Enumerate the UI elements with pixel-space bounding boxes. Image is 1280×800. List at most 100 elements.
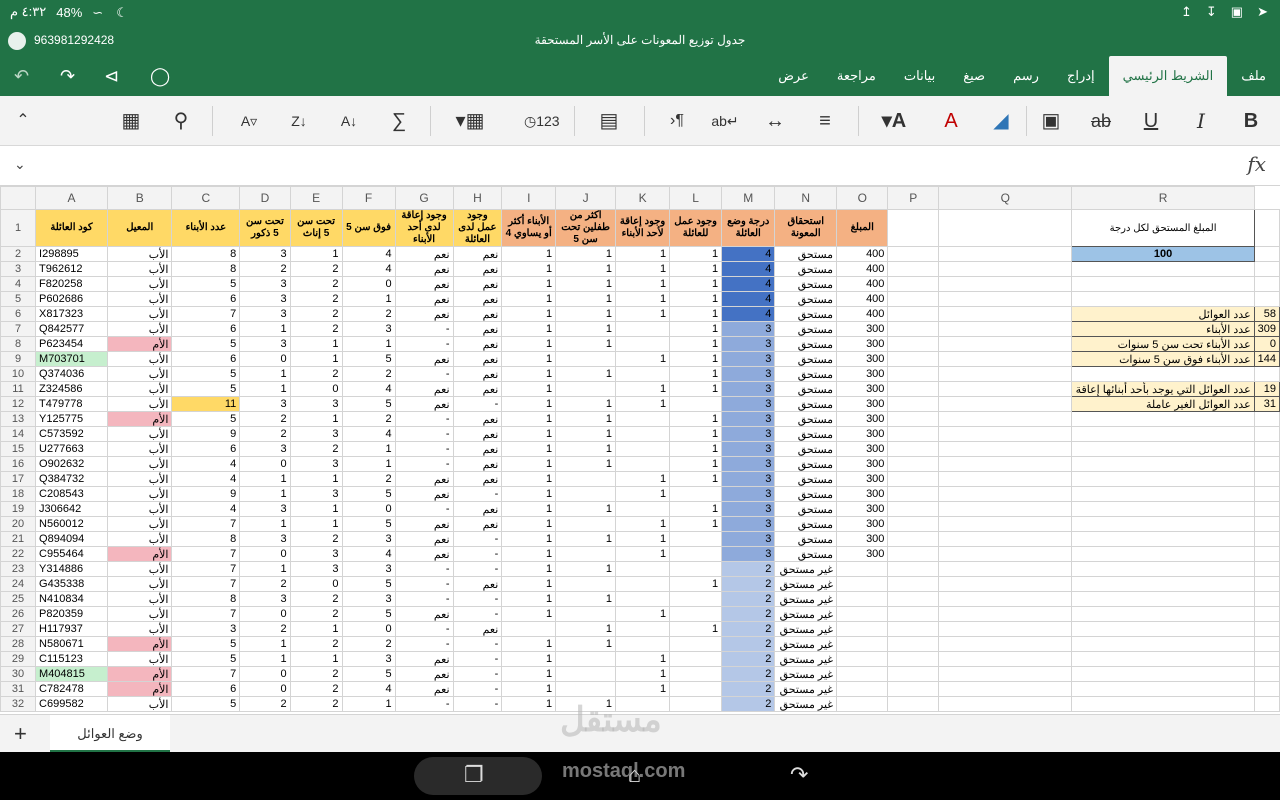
cell-m[interactable]: 2 <box>721 696 776 712</box>
cell-p[interactable] <box>887 621 940 637</box>
lightbulb-icon[interactable]: ◯ <box>150 66 170 87</box>
cell-o[interactable]: 300 <box>836 426 889 442</box>
row-header[interactable]: 8 <box>0 336 37 352</box>
cell-q-spacer[interactable] <box>938 366 1073 382</box>
cell-a[interactable]: C699582 <box>35 696 109 712</box>
cell-e[interactable]: 3 <box>289 456 343 472</box>
cell-k[interactable] <box>615 501 671 517</box>
cell-q[interactable] <box>1071 531 1255 547</box>
cell-c[interactable]: 6 <box>171 441 241 457</box>
cell-d[interactable]: 2 <box>239 261 291 277</box>
cell-d[interactable]: 2 <box>239 426 291 442</box>
cell-h[interactable]: - <box>452 636 503 652</box>
cell-m[interactable]: 3 <box>721 486 776 502</box>
cell-d[interactable]: 3 <box>239 306 291 322</box>
cell-i[interactable]: 1 <box>501 666 557 682</box>
cell-n[interactable]: مستحق <box>774 306 838 322</box>
cell-f[interactable]: 4 <box>341 426 396 442</box>
cell-m[interactable]: 3 <box>721 426 776 442</box>
cell-d[interactable]: 1 <box>239 651 291 667</box>
cell-n[interactable]: غير مستحق <box>774 606 838 622</box>
cell-i[interactable]: 1 <box>501 246 557 262</box>
row-header[interactable]: 10 <box>0 366 37 382</box>
cell-m[interactable]: 2 <box>721 621 776 637</box>
cell-o[interactable]: 400 <box>836 276 889 292</box>
cell-n[interactable]: غير مستحق <box>774 696 838 712</box>
cell-q[interactable] <box>1071 276 1255 292</box>
cell-p[interactable] <box>887 636 940 652</box>
cell-i[interactable]: 1 <box>501 651 557 667</box>
cell-m[interactable]: 2 <box>721 591 776 607</box>
cell-e[interactable]: 1 <box>289 516 343 532</box>
strikethrough-icon[interactable]: ab <box>1084 106 1118 136</box>
tab-file[interactable]: ملف <box>1227 56 1280 96</box>
cell-k[interactable] <box>615 411 671 427</box>
header-cell-g[interactable]: وجود إعاقة لدى أحد الأبناء <box>394 209 454 247</box>
cell-l[interactable] <box>669 636 723 652</box>
cell-r[interactable] <box>1253 261 1280 277</box>
cell-o[interactable] <box>836 591 889 607</box>
tab-home[interactable]: الشريط الرئيسي <box>1108 56 1228 96</box>
column-header-o[interactable]: O <box>836 186 889 210</box>
cell-n[interactable]: مستحق <box>774 546 838 562</box>
cell-n[interactable]: غير مستحق <box>774 591 838 607</box>
cell-a[interactable]: I298895 <box>35 246 109 262</box>
cell-p[interactable] <box>887 516 940 532</box>
cell-i[interactable]: 1 <box>501 441 557 457</box>
cell-p[interactable] <box>887 576 940 592</box>
cell-q-spacer[interactable] <box>938 501 1073 517</box>
cell-q-spacer[interactable] <box>938 411 1073 427</box>
cell-o[interactable]: 400 <box>836 291 889 307</box>
cell-j[interactable]: 1 <box>555 621 617 637</box>
cell-j[interactable]: 1 <box>555 501 617 517</box>
cell-l[interactable]: 1 <box>669 621 723 637</box>
cell-p[interactable] <box>887 591 940 607</box>
cell-o[interactable] <box>836 696 889 712</box>
cell-e[interactable]: 1 <box>289 621 343 637</box>
header-cell-a[interactable]: كود العائلة <box>35 209 109 247</box>
cell-i[interactable]: 1 <box>501 471 557 487</box>
cell-n[interactable]: مستحق <box>774 471 838 487</box>
cell-n[interactable]: مستحق <box>774 381 838 397</box>
cell-q-spacer[interactable] <box>938 576 1073 592</box>
cell-b[interactable]: الأب <box>107 501 173 517</box>
cell-q[interactable] <box>1071 621 1255 637</box>
cell-l[interactable]: 1 <box>669 291 723 307</box>
cell-e[interactable]: 2 <box>289 636 343 652</box>
row-header[interactable]: 22 <box>0 546 37 562</box>
cell-g[interactable]: - <box>394 426 454 442</box>
header-cell-f[interactable]: فوق سن 5 <box>341 209 396 247</box>
cell-a[interactable]: H117937 <box>35 621 109 637</box>
cell-c[interactable]: 4 <box>171 456 241 472</box>
cell-d[interactable]: 3 <box>239 276 291 292</box>
cell-p[interactable] <box>887 366 940 382</box>
cell-k[interactable] <box>615 576 671 592</box>
cell-l[interactable]: 1 <box>669 426 723 442</box>
cell-f[interactable]: 1 <box>341 696 396 712</box>
cell-i[interactable]: 1 <box>501 351 557 367</box>
cell-g[interactable]: نعم <box>394 516 454 532</box>
column-header-i[interactable]: I <box>501 186 557 210</box>
cell-g[interactable]: - <box>394 336 454 352</box>
cell-d[interactable]: 2 <box>239 411 291 427</box>
cell-c[interactable]: 7 <box>171 666 241 682</box>
cell-b[interactable]: الأب <box>107 291 173 307</box>
cell-g[interactable]: - <box>394 591 454 607</box>
align-icon[interactable]: ≡ <box>808 106 842 136</box>
cell-f[interactable]: 5 <box>341 486 396 502</box>
cell-n[interactable]: مستحق <box>774 486 838 502</box>
function-icon[interactable]: fx <box>1247 152 1266 176</box>
cell-h[interactable]: - <box>452 561 503 577</box>
cell-f[interactable]: 2 <box>341 306 396 322</box>
cell-e[interactable]: 1 <box>289 351 343 367</box>
cell-o[interactable]: 300 <box>836 441 889 457</box>
cell-h[interactable]: - <box>452 651 503 667</box>
cell-f[interactable]: 0 <box>341 621 396 637</box>
cell-j[interactable]: 1 <box>555 276 617 292</box>
cell-d[interactable]: 1 <box>239 486 291 502</box>
cell-h[interactable]: نعم <box>452 516 503 532</box>
cell-i[interactable]: 1 <box>501 591 557 607</box>
cell-m[interactable]: 3 <box>721 396 776 412</box>
number-format-icon[interactable]: ◷123 <box>524 106 560 136</box>
cell-c[interactable]: 7 <box>171 606 241 622</box>
